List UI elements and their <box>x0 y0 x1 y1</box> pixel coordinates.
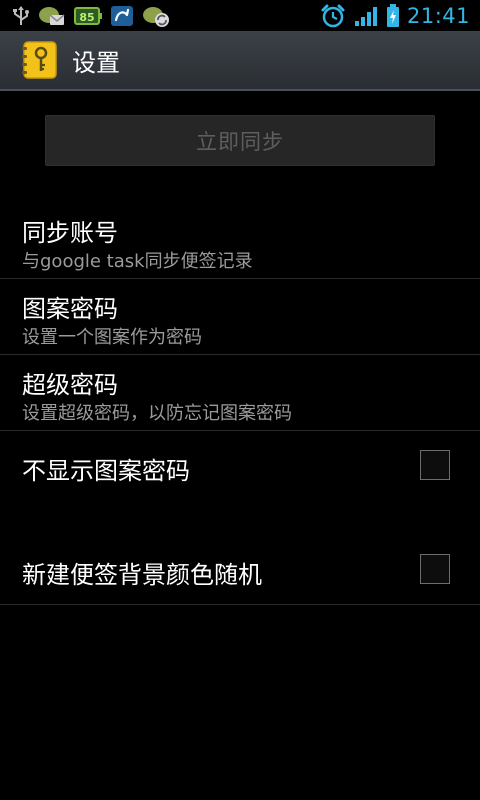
setting-pattern-password[interactable]: 图案密码 设置一个图案作为密码 <box>0 279 480 354</box>
signal-bars-icon <box>354 6 377 26</box>
sync-now-button[interactable]: 立即同步 <box>45 115 435 166</box>
hide-pattern-checkbox[interactable] <box>420 450 450 480</box>
setting-hide-pattern[interactable]: 不显示图案密码 <box>0 431 480 501</box>
status-time: 21:41 <box>406 3 470 28</box>
usb-icon <box>13 5 29 25</box>
battery-85-icon: 85 <box>74 6 102 25</box>
setting-subtitle: 设置超级密码，以防忘记图案密码 <box>22 403 292 424</box>
setting-title: 同步账号 <box>22 219 118 247</box>
sync-notification-icon <box>143 6 169 27</box>
alarm-clock-icon <box>321 4 345 27</box>
battery-charging-icon <box>386 3 399 27</box>
setting-super-password[interactable]: 超级密码 设置超级密码，以防忘记图案密码 <box>0 355 480 430</box>
mail-notification-icon <box>39 6 65 25</box>
setting-title: 不显示图案密码 <box>22 457 190 485</box>
setting-random-background[interactable]: 新建便签背景颜色随机 <box>0 535 480 605</box>
setting-subtitle: 设置一个图案作为密码 <box>22 327 202 348</box>
status-bar: 85 21:41 <box>0 0 480 31</box>
setting-subtitle: 与google task同步便签记录 <box>22 251 253 272</box>
setting-sync-account[interactable]: 同步账号 与google task同步便签记录 <box>0 203 480 279</box>
setting-title: 超级密码 <box>22 371 118 399</box>
action-bar: 设置 <box>0 31 480 91</box>
setting-title: 新建便签背景颜色随机 <box>22 561 262 589</box>
app-notification-icon <box>111 5 133 26</box>
battery-badge: 85 <box>79 11 94 24</box>
notebook-key-icon[interactable] <box>22 40 58 80</box>
sync-now-button-label: 立即同步 <box>196 129 284 154</box>
divider <box>0 604 480 605</box>
setting-title: 图案密码 <box>22 295 118 323</box>
page-title: 设置 <box>72 48 120 77</box>
random-background-checkbox[interactable] <box>420 554 450 584</box>
